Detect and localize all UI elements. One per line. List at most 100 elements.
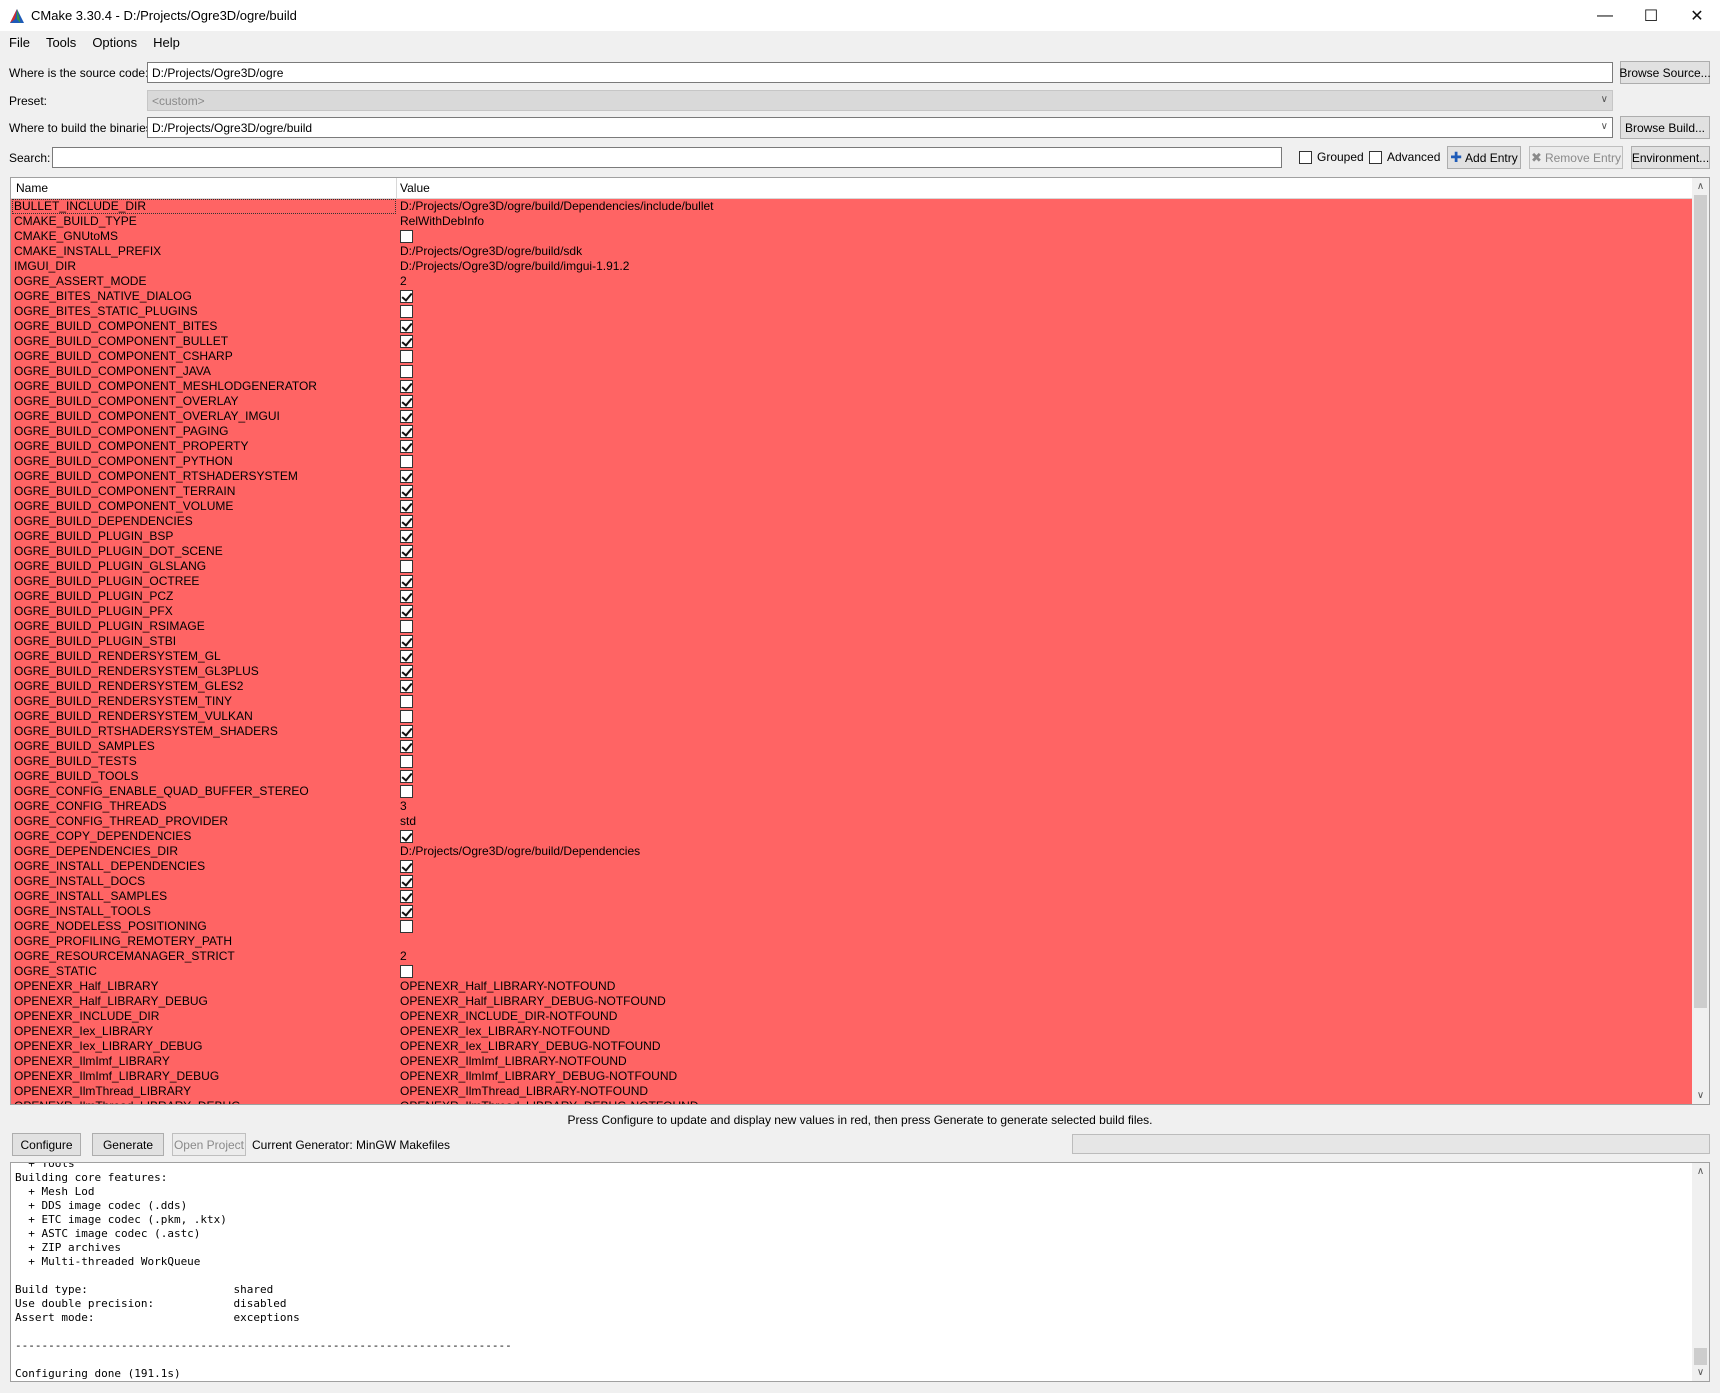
cell-name[interactable]: OGRE_CONFIG_THREAD_PROVIDER: [14, 814, 228, 829]
table-row[interactable]: OGRE_BUILD_COMPONENT_BULLET: [11, 334, 1693, 349]
cell-value-checkbox[interactable]: [400, 769, 413, 784]
cell-name[interactable]: BULLET_INCLUDE_DIR: [12, 199, 396, 214]
cell-value-checkbox[interactable]: [400, 514, 413, 529]
table-row[interactable]: OGRE_BUILD_PLUGIN_OCTREE: [11, 574, 1693, 589]
cell-name[interactable]: OGRE_STATIC: [14, 964, 97, 979]
table-row[interactable]: OGRE_CONFIG_THREAD_PROVIDER std: [11, 814, 1693, 829]
cell-name[interactable]: OPENEXR_INCLUDE_DIR: [14, 1009, 159, 1024]
cell-value-checkbox[interactable]: [400, 289, 413, 304]
table-row[interactable]: IMGUI_DIR D:/Projects/Ogre3D/ogre/build/i…: [11, 259, 1693, 274]
table-row[interactable]: OGRE_PROFILING_REMOTERY_PATH: [11, 934, 1693, 949]
checkbox[interactable]: [400, 455, 413, 468]
table-row[interactable]: OGRE_BUILD_COMPONENT_PYTHON: [11, 454, 1693, 469]
cell-value-checkbox[interactable]: [400, 889, 413, 904]
cell-value[interactable]: D:/Projects/Ogre3D/ogre/build/Dependenci…: [400, 844, 640, 859]
checkbox[interactable]: [400, 335, 413, 348]
environment-button[interactable]: Environment...: [1631, 146, 1710, 169]
checkbox[interactable]: [400, 485, 413, 498]
cell-value[interactable]: OPENEXR_IlmImf_LIBRARY-NOTFOUND: [400, 1054, 627, 1069]
cell-name[interactable]: OGRE_RESOURCEMANAGER_STRICT: [14, 949, 235, 964]
table-row[interactable]: CMAKE_GNUtoMS: [11, 229, 1693, 244]
table-row[interactable]: OGRE_BUILD_PLUGIN_STBI: [11, 634, 1693, 649]
checkbox[interactable]: [400, 425, 413, 438]
scrollbar-thumb[interactable]: [1694, 195, 1707, 1008]
cell-value[interactable]: 2: [400, 274, 407, 289]
cell-value[interactable]: OPENEXR_INCLUDE_DIR-NOTFOUND: [400, 1009, 617, 1024]
cell-name[interactable]: OPENEXR_Iex_LIBRARY_DEBUG: [14, 1039, 203, 1054]
cell-value-checkbox[interactable]: [400, 439, 413, 454]
table-row[interactable]: OPENEXR_IlmImf_LIBRARY_DEBUG OPENEXR_IlmI…: [11, 1069, 1693, 1084]
table-row[interactable]: OGRE_BUILD_COMPONENT_TERRAIN: [11, 484, 1693, 499]
table-row[interactable]: OPENEXR_IlmThread_LIBRARY_DEBUG OPENEXR_I…: [11, 1099, 1693, 1104]
table-row[interactable]: OGRE_BUILD_RENDERSYSTEM_GLES2: [11, 679, 1693, 694]
cell-name[interactable]: OGRE_BUILD_RTSHADERSYSTEM_SHADERS: [14, 724, 278, 739]
cell-value-checkbox[interactable]: [400, 664, 413, 679]
table-row[interactable]: OGRE_CONFIG_ENABLE_QUAD_BUFFER_STEREO: [11, 784, 1693, 799]
cell-value-checkbox[interactable]: [400, 649, 413, 664]
checkbox[interactable]: [400, 695, 413, 708]
cell-value-checkbox[interactable]: [400, 739, 413, 754]
table-row[interactable]: OGRE_BUILD_PLUGIN_GLSLANG: [11, 559, 1693, 574]
cell-name[interactable]: OGRE_DEPENDENCIES_DIR: [14, 844, 178, 859]
cell-value[interactable]: D:/Projects/Ogre3D/ogre/build/imgui-1.91…: [400, 259, 629, 274]
checkbox[interactable]: [400, 515, 413, 528]
cell-value-checkbox[interactable]: [400, 454, 413, 469]
cell-name[interactable]: OGRE_BUILD_COMPONENT_RTSHADERSYSTEM: [14, 469, 298, 484]
cell-value-checkbox[interactable]: [400, 754, 413, 769]
scroll-down-icon[interactable]: ∨: [1692, 1364, 1709, 1381]
cell-name[interactable]: OGRE_BUILD_RENDERSYSTEM_GLES2: [14, 679, 243, 694]
checkbox[interactable]: [400, 500, 413, 513]
table-row[interactable]: OGRE_BUILD_COMPONENT_OVERLAY_IMGUI: [11, 409, 1693, 424]
cell-name[interactable]: OPENEXR_IlmImf_LIBRARY: [14, 1054, 170, 1069]
cell-value-checkbox[interactable]: [400, 334, 413, 349]
cell-name[interactable]: OGRE_BUILD_COMPONENT_VOLUME: [14, 499, 233, 514]
cell-value[interactable]: OPENEXR_IlmImf_LIBRARY_DEBUG-NOTFOUND: [400, 1069, 677, 1084]
cell-name[interactable]: OGRE_BUILD_COMPONENT_OVERLAY: [14, 394, 239, 409]
table-row[interactable]: OGRE_INSTALL_DOCS: [11, 874, 1693, 889]
cell-name[interactable]: CMAKE_INSTALL_PREFIX: [14, 244, 161, 259]
browse-source-button[interactable]: Browse Source...: [1619, 61, 1711, 84]
cache-table[interactable]: Name Value BULLET_INCLUDE_DIR D:/Projects…: [10, 177, 1710, 1105]
checkbox[interactable]: [400, 410, 413, 423]
table-row[interactable]: OGRE_BUILD_COMPONENT_RTSHADERSYSTEM: [11, 469, 1693, 484]
menu-help[interactable]: Help: [146, 35, 187, 50]
cell-value-checkbox[interactable]: [400, 679, 413, 694]
cell-value-checkbox[interactable]: [400, 319, 413, 334]
table-row[interactable]: OPENEXR_IlmThread_LIBRARY OPENEXR_IlmThre…: [11, 1084, 1693, 1099]
checkbox[interactable]: [400, 305, 413, 318]
table-row[interactable]: OGRE_BUILD_TOOLS: [11, 769, 1693, 784]
table-row[interactable]: OGRE_BUILD_COMPONENT_VOLUME: [11, 499, 1693, 514]
cell-value-checkbox[interactable]: [400, 499, 413, 514]
cell-name[interactable]: OGRE_BUILD_SAMPLES: [14, 739, 155, 754]
cell-name[interactable]: OPENEXR_Iex_LIBRARY: [14, 1024, 153, 1039]
table-row[interactable]: OGRE_BUILD_COMPONENT_CSHARP: [11, 349, 1693, 364]
checkbox[interactable]: [400, 920, 413, 933]
table-row[interactable]: CMAKE_BUILD_TYPE RelWithDebInfo: [11, 214, 1693, 229]
table-row[interactable]: OGRE_INSTALL_DEPENDENCIES: [11, 859, 1693, 874]
cell-value[interactable]: OPENEXR_IlmThread_LIBRARY_DEBUG-NOTFOUND: [400, 1099, 699, 1104]
cell-value-checkbox[interactable]: [400, 364, 413, 379]
cell-value[interactable]: RelWithDebInfo: [400, 214, 484, 229]
cell-value-checkbox[interactable]: [400, 724, 413, 739]
table-row[interactable]: OPENEXR_Iex_LIBRARY OPENEXR_Iex_LIBRARY-N…: [11, 1024, 1693, 1039]
cell-value-checkbox[interactable]: [400, 544, 413, 559]
cell-name[interactable]: OGRE_ASSERT_MODE: [14, 274, 146, 289]
advanced-checkbox[interactable]: [1369, 150, 1382, 164]
cell-name[interactable]: OGRE_PROFILING_REMOTERY_PATH: [14, 934, 232, 949]
cell-name[interactable]: OGRE_BUILD_COMPONENT_CSHARP: [14, 349, 233, 364]
grouped-option[interactable]: Grouped: [1299, 150, 1364, 164]
cell-value-checkbox[interactable]: [400, 304, 413, 319]
table-row[interactable]: OGRE_BUILD_SAMPLES: [11, 739, 1693, 754]
cell-name[interactable]: OGRE_BUILD_COMPONENT_OVERLAY_IMGUI: [14, 409, 280, 424]
close-button[interactable]: ✕: [1674, 0, 1720, 31]
cell-name[interactable]: OGRE_BUILD_PLUGIN_PFX: [14, 604, 173, 619]
column-header-name[interactable]: Name: [16, 181, 48, 195]
checkbox[interactable]: [400, 560, 413, 573]
add-entry-button[interactable]: ✚ Add Entry: [1447, 146, 1521, 169]
checkbox[interactable]: [400, 860, 413, 873]
cell-value[interactable]: OPENEXR_Half_LIBRARY-NOTFOUND: [400, 979, 615, 994]
cell-name[interactable]: OGRE_INSTALL_DEPENDENCIES: [14, 859, 205, 874]
checkbox[interactable]: [400, 290, 413, 303]
cell-value-checkbox[interactable]: [400, 919, 413, 934]
cell-name[interactable]: OGRE_BUILD_RENDERSYSTEM_GL3PLUS: [14, 664, 259, 679]
